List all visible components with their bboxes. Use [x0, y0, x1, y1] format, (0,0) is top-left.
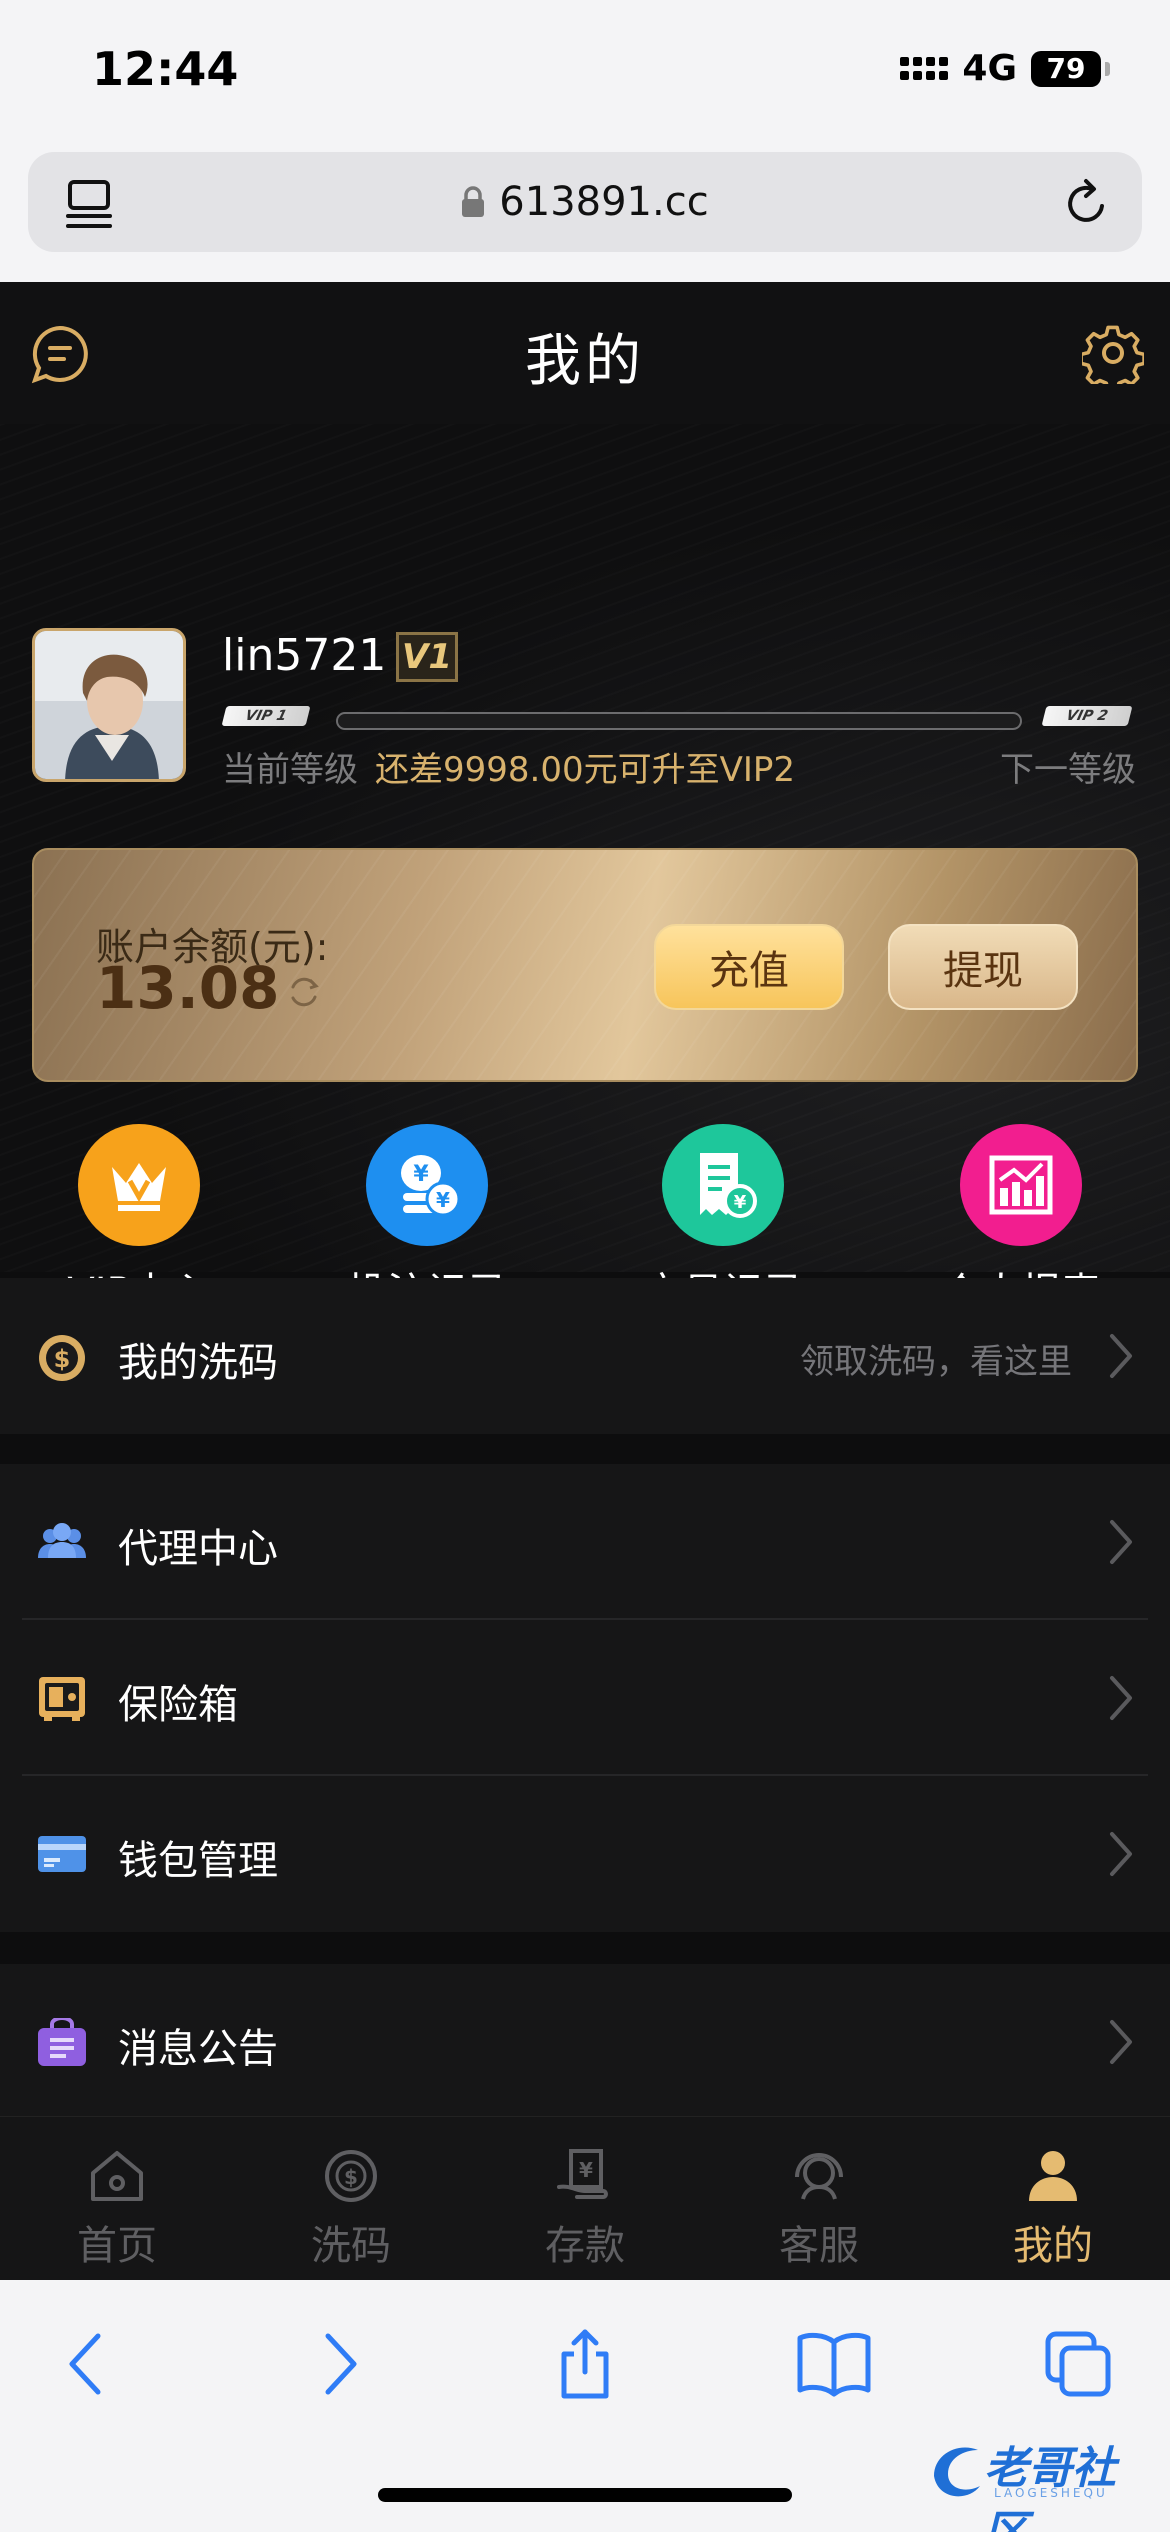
chevron-right-icon	[1106, 1830, 1136, 1882]
withdraw-button[interactable]: 提现	[888, 924, 1078, 1010]
vip-level-badge: V1	[396, 632, 458, 682]
watermark-subtext: LAOGESHEQU	[994, 2486, 1108, 2500]
balance-card: 账户余额(元): 13.08 充值 提现	[32, 848, 1138, 1082]
status-indicators: 4G 79	[900, 48, 1110, 89]
battery-cap	[1105, 61, 1110, 76]
user-icon	[1023, 2147, 1083, 2205]
vip-progress-bar	[336, 712, 1022, 730]
menu-item-agent[interactable]: 代理中心	[0, 1464, 1170, 1620]
status-time: 12:44	[92, 42, 239, 96]
refresh-icon[interactable]	[286, 974, 322, 1014]
wash-hint: 领取洗码，看这里	[800, 1342, 1072, 1382]
chevron-right-icon	[1106, 1674, 1136, 1726]
safe-icon	[36, 1674, 88, 1722]
page-title: 我的	[525, 329, 645, 394]
url-text: 613891.cc	[499, 179, 709, 225]
bookmarks-icon[interactable]	[796, 2328, 871, 2400]
svg-text:¥: ¥	[579, 2158, 593, 2182]
tabs-icon[interactable]	[1042, 2328, 1112, 2400]
menu-item-notice[interactable]: 消息公告	[0, 1964, 1170, 2120]
agent-label: 代理中心	[118, 1526, 278, 1572]
home-indicator	[378, 2488, 792, 2502]
tab-label-deposit: 存款	[545, 2223, 625, 2269]
tab-wash[interactable]: $ 洗码	[234, 2117, 468, 2280]
wash-section: $ 我的洗码 领取洗码，看这里	[0, 1278, 1170, 1434]
menu-item-wash[interactable]: $ 我的洗码 领取洗码，看这里	[0, 1278, 1170, 1434]
wallet-label: 钱包管理	[118, 1838, 278, 1884]
network-label: 4G	[962, 48, 1017, 89]
tools-section: 代理中心 保险箱 钱包管理	[0, 1464, 1170, 1932]
app-screen: 我的 lin5721 V1 VIP 1 VIP 2 当前等级 还差9998.00…	[0, 282, 1170, 2280]
receipt-icon: ¥	[662, 1124, 784, 1246]
app-header: 我的	[0, 282, 1170, 424]
notice-bag-icon	[36, 2016, 88, 2066]
lock-icon	[462, 186, 485, 217]
chevron-right-icon	[1106, 1332, 1136, 1384]
wash-label: 我的洗码	[118, 1340, 278, 1386]
menu-item-wallet[interactable]: 钱包管理	[0, 1776, 1170, 1932]
tab-label-wash: 洗码	[311, 2223, 391, 2269]
safe-label: 保险箱	[118, 1682, 238, 1728]
profile-section: lin5721 V1 VIP 1 VIP 2 当前等级 还差9998.00元可升…	[0, 424, 1170, 1316]
signal-icon	[900, 57, 949, 80]
next-vip-tag: VIP 2	[1041, 706, 1133, 726]
agents-icon	[36, 1518, 88, 1566]
chevron-right-icon	[1106, 1518, 1136, 1570]
tab-support[interactable]: 客服	[702, 2117, 936, 2280]
tab-label-mine: 我的	[1013, 2223, 1093, 2269]
svg-text:¥: ¥	[436, 1188, 450, 1212]
gear-icon[interactable]	[1079, 322, 1146, 393]
coins-icon: ¥ ¥	[366, 1124, 488, 1246]
chevron-right-icon	[1106, 2018, 1136, 2070]
current-vip-tag: VIP 1	[221, 706, 311, 726]
battery-level: 79	[1046, 52, 1086, 85]
crown-icon	[78, 1124, 200, 1246]
back-arrow-icon[interactable]	[52, 2328, 122, 2400]
tab-label-home: 首页	[77, 2223, 157, 2269]
watermark-text: 老哥社区	[984, 2443, 1116, 2532]
recharge-button[interactable]: 充值	[654, 924, 844, 1010]
tab-mine[interactable]: 我的	[936, 2117, 1170, 2280]
username: lin5721	[222, 630, 387, 681]
home-icon	[87, 2147, 147, 2205]
deposit-icon: ¥	[555, 2147, 615, 2205]
tab-label-support: 客服	[779, 2223, 859, 2269]
next-level-label: 下一等级	[1000, 750, 1136, 790]
upgrade-hint: 还差9998.00元可升至VIP2	[374, 750, 796, 790]
share-icon[interactable]	[550, 2328, 620, 2400]
headset-icon	[789, 2147, 849, 2205]
dollar-target-icon: $	[321, 2147, 381, 2205]
notice-label: 消息公告	[118, 2026, 278, 2072]
balance-value: 13.08	[96, 954, 280, 1022]
notice-section: 消息公告	[0, 1964, 1170, 2120]
tab-home[interactable]: 首页	[0, 2117, 234, 2280]
battery-icon: 79	[1031, 50, 1101, 87]
bottom-tab-bar: 首页 $ 洗码 ¥ 存款 客服 我的	[0, 2116, 1170, 2280]
card-icon	[36, 1830, 88, 1878]
url-display[interactable]: 613891.cc	[28, 152, 1142, 252]
reload-icon[interactable]	[1062, 176, 1112, 232]
wash-coin-icon: $	[36, 1332, 88, 1381]
status-bar: 12:44 4G 79	[0, 0, 1170, 140]
watermark-logo: 老哥社区 LAOGESHEQU	[924, 2432, 1154, 2532]
tab-deposit[interactable]: ¥ 存款	[468, 2117, 702, 2280]
address-bar[interactable]: 613891.cc	[28, 152, 1142, 252]
chart-icon	[960, 1124, 1082, 1246]
forward-arrow-icon[interactable]	[304, 2328, 374, 2400]
svg-text:¥: ¥	[413, 1162, 429, 1187]
svg-text:$: $	[54, 1345, 71, 1373]
svg-text:$: $	[344, 2165, 358, 2189]
menu-item-safe[interactable]: 保险箱	[0, 1620, 1170, 1776]
svg-text:¥: ¥	[734, 1192, 747, 1213]
